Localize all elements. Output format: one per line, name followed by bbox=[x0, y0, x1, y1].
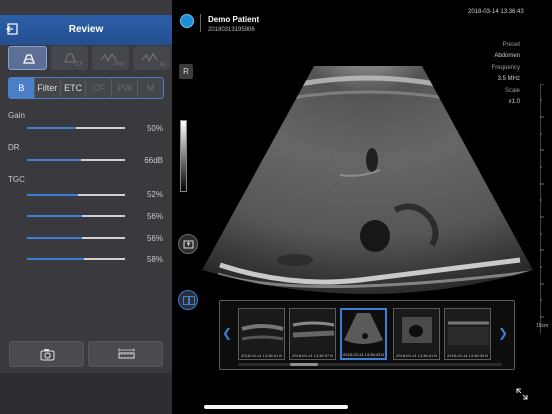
camera-icon bbox=[40, 349, 55, 361]
patient-name: Demo Patient bbox=[208, 15, 260, 24]
gain-slider[interactable] bbox=[27, 127, 125, 129]
thumbnail-image bbox=[394, 309, 439, 353]
ultrasound-image[interactable] bbox=[200, 60, 535, 300]
tgc-value-2: 56% bbox=[146, 212, 163, 221]
thumbnail-image bbox=[290, 309, 335, 353]
orientation-marker[interactable]: R bbox=[179, 64, 193, 79]
measure-button[interactable] bbox=[88, 341, 163, 367]
tgc-slider-3-fill bbox=[27, 237, 82, 239]
thumbnail-prev-icon[interactable]: ❮ bbox=[222, 326, 232, 340]
m-mode-label: M bbox=[160, 62, 165, 68]
dual-layout-icon bbox=[183, 296, 195, 305]
thumbnail-image bbox=[342, 310, 385, 352]
thumbnail-label: 2018-03-14 13:36:37 B bbox=[292, 353, 333, 358]
thumbnail-label: 2018-03-14 13:36:39 B bbox=[447, 353, 488, 358]
m-mode-tab[interactable]: M bbox=[133, 46, 170, 70]
thumbnail-label: 2018-03-14 13:36:41 B bbox=[396, 353, 437, 358]
tgc-slider-1[interactable] bbox=[27, 194, 125, 196]
preset-label: Preset bbox=[502, 42, 520, 48]
ruler-icon bbox=[118, 348, 135, 359]
grayscale-bar bbox=[180, 120, 187, 192]
tgc-slider-1-fill bbox=[27, 194, 78, 196]
thumbnail-scrollbar[interactable] bbox=[238, 363, 502, 366]
thumbnail-label: 2018-03-14 13:36:43 B bbox=[343, 352, 384, 357]
dual-view-button[interactable] bbox=[178, 290, 198, 310]
thumbnail-3[interactable]: 2018-03-14 13:36:43 B bbox=[340, 308, 387, 360]
exam-datetime: 2018-03-14 13:36:43 bbox=[468, 9, 524, 15]
thumbnail-image bbox=[239, 309, 284, 353]
tgc-value-1: 52% bbox=[146, 190, 163, 199]
gain-slider-fill bbox=[27, 127, 76, 129]
gain-label: Gain bbox=[8, 111, 25, 120]
tgc-value-4: 58% bbox=[146, 255, 163, 264]
tgc-slider-4[interactable] bbox=[27, 258, 125, 260]
thumbnail-image bbox=[445, 309, 490, 353]
tgc-slider-2[interactable] bbox=[27, 215, 125, 217]
panel-footer bbox=[0, 373, 172, 414]
depth-scale bbox=[540, 84, 544, 334]
gain-value: 50% bbox=[146, 124, 163, 133]
thumbnail-4[interactable]: 2018-03-14 13:36:41 B bbox=[393, 308, 440, 360]
tab-pw[interactable]: PW bbox=[112, 78, 139, 98]
thumbnail-1[interactable]: 2018-03-14 13:36:41 B bbox=[238, 308, 285, 360]
dr-slider[interactable] bbox=[27, 159, 125, 161]
tgc-value-3: 56% bbox=[146, 234, 163, 243]
tgc-slider-3[interactable] bbox=[27, 237, 125, 239]
tab-b[interactable]: B bbox=[9, 78, 35, 98]
patient-id: 20180313195906 bbox=[208, 27, 255, 33]
panel-header: Review bbox=[0, 15, 172, 45]
thumbnail-5[interactable]: 2018-03-14 13:36:39 B bbox=[444, 308, 491, 360]
ultrasound-review-screen: Review CF PW M B Filter ETC CF PW M Gain… bbox=[0, 0, 552, 414]
tab-m[interactable]: M bbox=[138, 78, 163, 98]
thumbnail-next-icon[interactable]: ❯ bbox=[498, 326, 508, 340]
b-mode-icon bbox=[23, 54, 35, 64]
thumbnail-scroll-handle[interactable] bbox=[290, 363, 318, 366]
color-flow-label: CF bbox=[75, 62, 83, 68]
home-indicator[interactable] bbox=[204, 405, 348, 409]
thumbnail-2[interactable]: 2018-03-14 13:36:37 B bbox=[289, 308, 336, 360]
tab-cf[interactable]: CF bbox=[86, 78, 113, 98]
b-mode-tab[interactable] bbox=[8, 46, 47, 70]
color-flow-tab[interactable]: CF bbox=[51, 46, 88, 70]
pulse-wave-tab[interactable]: PW bbox=[92, 46, 129, 70]
depth-label: 15cm bbox=[536, 323, 549, 329]
export-icon bbox=[183, 240, 194, 249]
imaging-mode-tabs: CF PW M bbox=[8, 46, 170, 70]
dr-slider-fill bbox=[27, 159, 81, 161]
panel-title: Review bbox=[68, 24, 104, 35]
parameter-tabs: B Filter ETC CF PW M bbox=[8, 77, 164, 99]
control-panel: Review CF PW M B Filter ETC CF PW M Gain… bbox=[0, 0, 172, 414]
patient-icon[interactable] bbox=[180, 14, 194, 28]
dr-value: 66dB bbox=[144, 156, 163, 165]
pulse-wave-label: PW bbox=[114, 62, 124, 68]
freeze-button[interactable] bbox=[178, 234, 198, 254]
thumbnail-label: 2018-03-14 13:36:41 B bbox=[241, 353, 282, 358]
dr-label: DR bbox=[8, 143, 20, 152]
tab-etc[interactable]: ETC bbox=[60, 78, 87, 98]
tgc-label: TGC bbox=[8, 175, 25, 184]
capture-button[interactable] bbox=[9, 341, 84, 367]
header-divider bbox=[200, 14, 201, 32]
tab-filter[interactable]: Filter bbox=[34, 78, 61, 98]
tgc-slider-4-fill bbox=[27, 258, 84, 260]
tgc-slider-2-fill bbox=[27, 215, 82, 217]
fullscreen-icon[interactable] bbox=[514, 386, 530, 402]
